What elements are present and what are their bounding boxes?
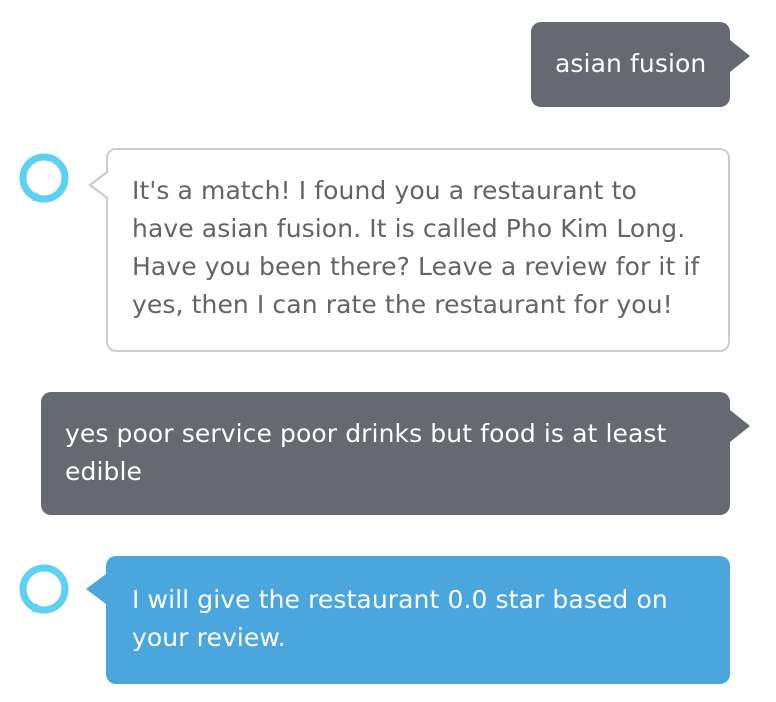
user-message-bubble: yes poor service poor drinks but food is… — [41, 392, 750, 515]
user-message-text: yes poor service poor drinks but food is… — [65, 419, 667, 486]
assistant-response-text: I will give the restaurant 0.0 star base… — [132, 585, 668, 652]
alexa-ring-icon — [19, 564, 69, 614]
user-message-text: asian fusion — [555, 49, 707, 78]
alexa-ring-icon — [19, 153, 69, 203]
assistant-response-bubble: I will give the restaurant 0.0 star base… — [86, 556, 730, 684]
assistant-message-bubble: It's a match! I found you a restaurant t… — [88, 148, 730, 352]
assistant-message-text: It's a match! I found you a restaurant t… — [132, 176, 700, 319]
user-message-bubble: asian fusion — [531, 22, 750, 107]
